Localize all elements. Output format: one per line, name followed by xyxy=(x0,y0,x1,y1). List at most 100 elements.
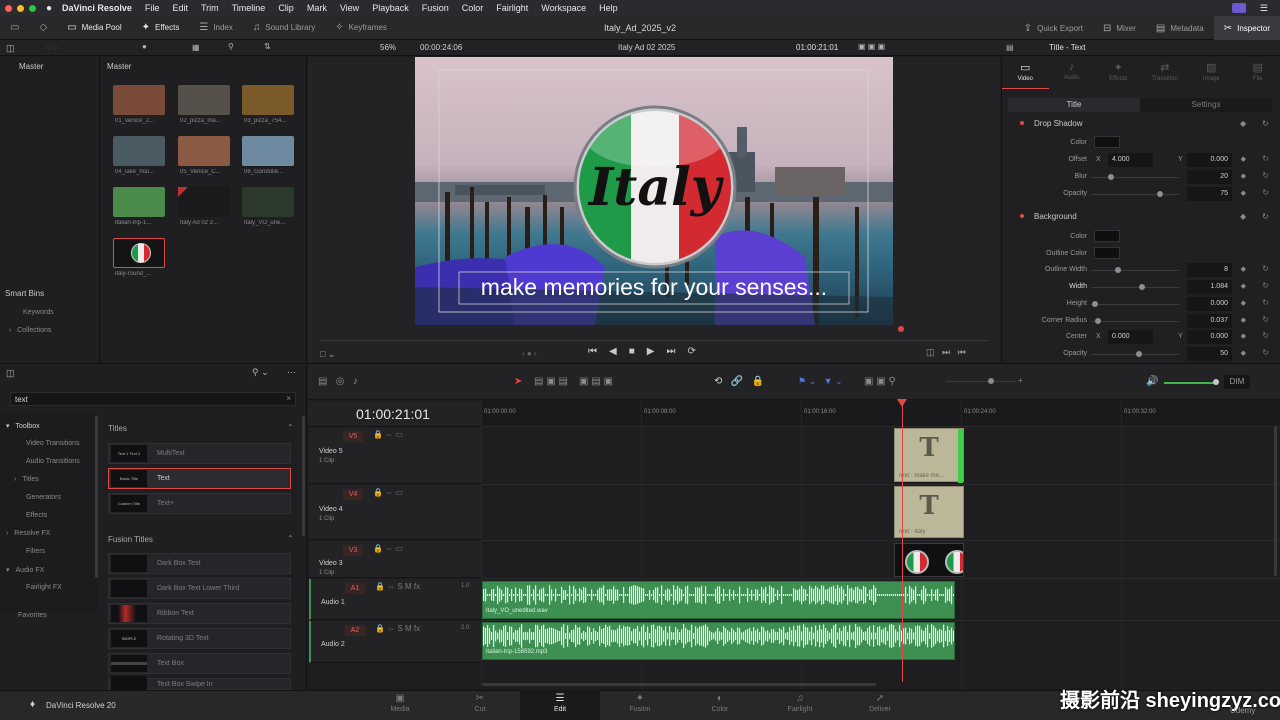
reset-icon[interactable]: ↻ xyxy=(1262,264,1269,273)
fusion-title-item[interactable]: SIMPLE Rotating 3D Text xyxy=(108,628,291,649)
page-media[interactable]: ▣ Media xyxy=(360,690,440,720)
toolbar-media-pool[interactable]: ▭ Media Pool xyxy=(57,16,131,40)
go-to-end-icon[interactable]: ⏭ xyxy=(666,346,675,357)
fusion-title-item[interactable]: Text Box xyxy=(108,653,291,674)
zoom-slider[interactable] xyxy=(946,381,1016,382)
keyframe-icon[interactable]: ◆ xyxy=(1241,155,1246,163)
apple-icon[interactable]: ● xyxy=(46,3,52,14)
flag-marker-icons[interactable]: ⚑ ⌄ ▼ ⌄ xyxy=(798,376,843,387)
bg-height-slider[interactable] xyxy=(1092,301,1098,307)
bg-center-y[interactable]: 0.000 xyxy=(1187,330,1232,344)
bg-width-value[interactable]: 1.084 xyxy=(1187,280,1232,294)
effects-nav-titles[interactable]: › Titles xyxy=(14,476,39,483)
go-to-start-icon[interactable]: ⏮ xyxy=(588,346,597,357)
reset-icon[interactable]: ↻ xyxy=(1262,298,1269,307)
sort-icon[interactable]: ⇅ xyxy=(264,42,271,51)
effects-nav-effects[interactable]: Effects xyxy=(26,512,47,519)
inspector-panel-icon[interactable]: ▤ xyxy=(1006,43,1014,52)
effects-nav-video-transitions[interactable]: Video Transitions xyxy=(26,440,80,447)
effects-nav-filters[interactable]: Filters xyxy=(26,548,45,555)
reset-icon[interactable]: ↻ xyxy=(1262,331,1269,340)
track-badge[interactable]: V5 xyxy=(343,431,363,442)
menu-color[interactable]: Color xyxy=(462,3,484,13)
effects-panel-icon[interactable]: ◫ xyxy=(6,368,15,379)
menu-file[interactable]: File xyxy=(145,3,160,13)
fusion-collapse-icon[interactable]: ⌃ xyxy=(287,534,294,543)
viewer-options-icon[interactable]: ▣ ▣ ▣ xyxy=(858,42,885,51)
track-header-a2[interactable]: A2 🔒 ⇔ S M fx 2.0 Audio 2 xyxy=(309,621,481,663)
audio-clip-a2[interactable]: italian-trip-158592.mp3 xyxy=(482,622,955,660)
tool-icons[interactable]: ◌ ◌ xyxy=(46,43,58,52)
stop-icon[interactable]: ■ xyxy=(629,346,635,357)
title-item[interactable]: Custom Title Text+ xyxy=(108,493,291,514)
bin-size-slider[interactable]: ● xyxy=(142,42,147,51)
effects-nav-fairlight-fx[interactable]: Fairlight FX xyxy=(26,584,62,591)
media-clip-thumb[interactable] xyxy=(178,187,230,217)
ds-color-swatch[interactable] xyxy=(1094,136,1120,148)
close-window-icon[interactable] xyxy=(5,4,12,12)
inspector-tab-audio[interactable]: ♪ Audio xyxy=(1049,61,1096,89)
track-header-a1[interactable]: A1 🔒 ⇔ S M fx 1.0 Audio 1 xyxy=(309,579,481,620)
ds-offset-y[interactable]: 0.000 xyxy=(1187,153,1232,167)
zoom-icons[interactable]: ▣ ▣ ⚲ xyxy=(864,376,896,387)
track-controls-icons[interactable]: 🔒 ⇔ ▭ xyxy=(373,488,403,497)
keyframe-icon[interactable]: ◆ xyxy=(1241,332,1246,340)
track-controls-icons[interactable]: 🔒 ⇔ ▭ xyxy=(373,544,403,553)
ds-opacity-slider[interactable] xyxy=(1157,191,1163,197)
toolbar-inspector[interactable]: ✂ Inspector xyxy=(1213,16,1280,40)
bg-corner-value[interactable]: 0.037 xyxy=(1187,314,1232,328)
effects-nav-resolve-fx[interactable]: › Resolve FX xyxy=(6,530,50,537)
bg-opacity-slider[interactable] xyxy=(1136,351,1142,357)
effects-nav-toolbox[interactable]: ▾ Toolbox xyxy=(6,422,40,430)
workspace-toggle-icon[interactable]: ▭ xyxy=(0,16,29,40)
bg-outline-width-value[interactable]: 8 xyxy=(1187,263,1232,277)
media-clip-thumb[interactable] xyxy=(178,85,230,115)
drop-shadow-reset-icon[interactable]: ↻ xyxy=(1262,119,1269,128)
app-menu[interactable]: DaVinci Resolve xyxy=(62,3,132,13)
media-clip-thumb[interactable] xyxy=(242,187,294,217)
background-toggle[interactable] xyxy=(1020,214,1024,218)
fusion-title-item[interactable]: Dark Box Text xyxy=(108,553,291,574)
bg-width-slider[interactable] xyxy=(1139,284,1145,290)
title-item[interactable]: Basic Title Text xyxy=(108,468,291,489)
reset-icon[interactable]: ↻ xyxy=(1262,154,1269,163)
bg-color-swatch[interactable] xyxy=(1094,230,1120,242)
dim-button[interactable]: DIM xyxy=(1224,375,1250,389)
minimize-window-icon[interactable] xyxy=(17,4,24,12)
track-badge[interactable]: A2 xyxy=(345,625,365,636)
timeline-vscroll[interactable] xyxy=(1274,426,1277,576)
media-clip-thumb[interactable] xyxy=(178,136,230,166)
keyframe-icon[interactable]: ◆ xyxy=(1241,282,1246,290)
track-controls-icons[interactable]: 🔒 ⇔ ▭ xyxy=(373,430,403,439)
track-header-v4[interactable]: V4 🔒 ⇔ ▭ Video 4 1 Clip xyxy=(309,485,481,540)
background-keyframe-icon[interactable]: ◆ xyxy=(1240,212,1246,221)
effects-nav-audio-fx[interactable]: ▾ Audio FX xyxy=(6,566,44,574)
timeline-dropdown[interactable]: Italy Ad 02 2025 xyxy=(618,43,675,52)
title-item[interactable]: Text 1 Text 2 MultiText xyxy=(108,443,291,464)
fusion-title-item[interactable]: Ribbon Text xyxy=(108,603,291,624)
viewer-mode-icon[interactable]: □ ⌄ xyxy=(320,349,335,360)
menu-mark[interactable]: Mark xyxy=(307,3,327,13)
media-clip-thumb[interactable] xyxy=(113,136,165,166)
page-deliver[interactable]: ➚ Deliver xyxy=(840,690,920,720)
menu-timeline[interactable]: Timeline xyxy=(232,3,266,13)
toolbar-keyframes[interactable]: ✧ Keyframes xyxy=(325,16,397,40)
toolbar-sound-library[interactable]: ♫ Sound Library xyxy=(243,16,325,40)
inspector-tab-transition[interactable]: ⇄ Transition xyxy=(1142,61,1189,89)
drop-shadow-toggle[interactable] xyxy=(1020,121,1024,125)
ds-blur-slider[interactable] xyxy=(1108,174,1114,180)
title-clip-v4[interactable]: T Text - Italy xyxy=(894,486,964,538)
edit-tool-icons[interactable]: ▤ ▣ ▤ ▣ ▤ ▣ xyxy=(534,376,613,387)
favorites-header[interactable]: Favorites xyxy=(18,612,47,619)
page-color[interactable]: ◐ Color xyxy=(680,690,760,720)
menu-clip[interactable]: Clip xyxy=(278,3,294,13)
viewer-frame[interactable]: Italy make memories for your senses... xyxy=(415,57,893,325)
effects-nav-audio-transitions[interactable]: Audio Transitions xyxy=(26,458,80,465)
track-badge[interactable]: A1 xyxy=(345,583,365,594)
track-badge[interactable]: V3 xyxy=(343,545,363,556)
reset-icon[interactable]: ↻ xyxy=(1262,315,1269,324)
bg-outline-color-swatch[interactable] xyxy=(1094,247,1120,259)
media-clip-thumb[interactable] xyxy=(113,85,165,115)
page-fusion[interactable]: ✦ Fusion xyxy=(600,690,680,720)
bg-height-value[interactable]: 0.000 xyxy=(1187,297,1232,311)
